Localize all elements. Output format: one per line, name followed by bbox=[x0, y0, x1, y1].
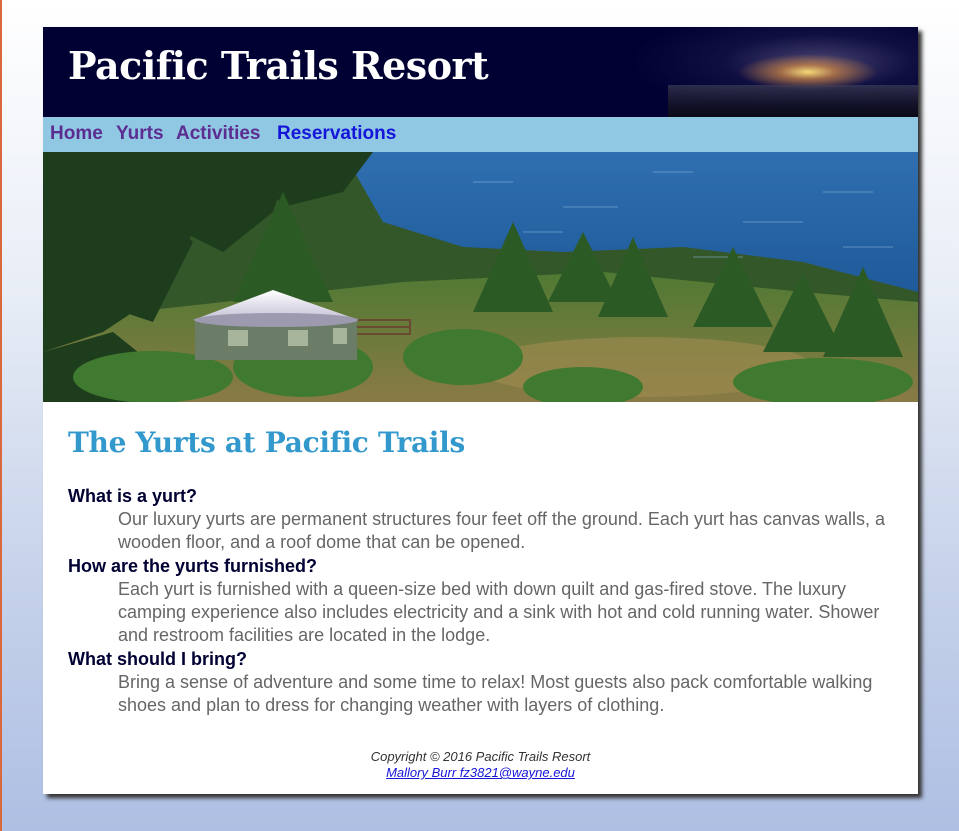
site-header: Pacific Trails Resort bbox=[43, 27, 918, 117]
site-title: Pacific Trails Resort bbox=[68, 43, 489, 88]
faq-answer: Our luxury yurts are permanent structure… bbox=[118, 509, 886, 552]
site-footer: Copyright © 2016 Pacific Trails Resort M… bbox=[43, 749, 918, 781]
page-heading: The Yurts at Pacific Trails bbox=[68, 426, 465, 459]
nav-reservations-link[interactable]: Reservations bbox=[277, 122, 396, 146]
faq-question: What is a yurt? bbox=[68, 486, 198, 506]
nav-yurts-link[interactable]: Yurts bbox=[116, 122, 164, 146]
sunset-sea bbox=[668, 85, 918, 117]
yurt-hero-image bbox=[43, 152, 918, 402]
yurt-faq-list: What is a yurt? Our luxury yurts are per… bbox=[68, 485, 898, 718]
copyright-text: Copyright © 2016 Pacific Trails Resort bbox=[370, 749, 591, 764]
page-wrapper: Pacific Trails Resort Home Yurts Activit… bbox=[43, 27, 918, 794]
nav-activities-link[interactable]: Activities bbox=[176, 122, 260, 146]
faq-question: What should I bring? bbox=[68, 649, 247, 669]
faq-question: How are the yurts furnished? bbox=[68, 556, 318, 576]
contact-email-link[interactable]: Mallory Burr fz3821@wayne.edu bbox=[386, 765, 575, 780]
nav-home-link[interactable]: Home bbox=[50, 122, 103, 146]
page-edge bbox=[0, 0, 2, 831]
faq-answer: Bring a sense of adventure and some time… bbox=[118, 672, 873, 715]
main-nav: Home Yurts Activities Reservations bbox=[43, 117, 918, 152]
faq-answer: Each yurt is furnished with a queen-size… bbox=[118, 579, 880, 645]
